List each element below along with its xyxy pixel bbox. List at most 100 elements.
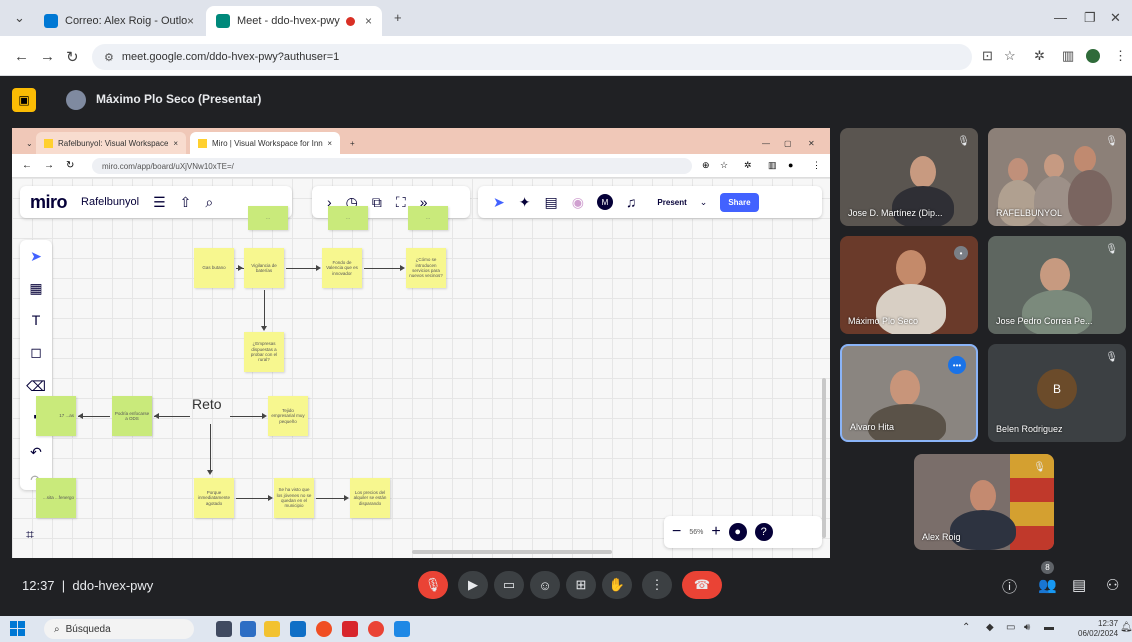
participant-name: Alvaro Hita: [850, 422, 895, 432]
forward-icon[interactable]: →: [40, 48, 55, 65]
minimize-icon[interactable]: —: [1054, 10, 1067, 25]
celebrate-icon: ✦: [518, 193, 531, 210]
present-now-button[interactable]: ⊞: [566, 571, 596, 599]
site-info-icon[interactable]: ⚙: [104, 51, 114, 64]
taskbar-clock[interactable]: 12:37 06/02/2024: [1078, 619, 1118, 638]
teams-icon[interactable]: [240, 621, 256, 637]
speaking-indicator-icon: •••: [948, 356, 966, 374]
tray-chevron-up-icon[interactable]: ⌃: [962, 622, 970, 633]
file-explorer-icon[interactable]: [264, 621, 280, 637]
sticky-note: 17 ...as: [36, 396, 76, 436]
new-tab-button[interactable]: +: [394, 10, 402, 25]
battery-icon[interactable]: ▬: [1044, 622, 1054, 633]
connector-line: [230, 416, 264, 417]
chat-icon[interactable]: ▤: [1072, 576, 1086, 594]
participant-tile[interactable]: 🎙︎ RAFELBUNYOL: [988, 128, 1126, 226]
side-panel-icon[interactable]: ▥: [1062, 48, 1074, 64]
focus-icon: ⛶: [395, 193, 406, 210]
sticky-note: Tejido empresarial muy pequeño: [268, 396, 308, 436]
start-button[interactable]: [10, 621, 26, 637]
profile-avatar-icon[interactable]: [1086, 49, 1100, 63]
clock-time: 12:37: [1098, 619, 1119, 628]
activities-icon[interactable]: ⚇: [1106, 576, 1119, 594]
participant-avatar: B: [1037, 369, 1077, 409]
task-view-icon[interactable]: [216, 621, 232, 637]
restore-icon[interactable]: ❐: [1084, 10, 1096, 26]
shared-restore-icon: ▢: [784, 138, 792, 148]
windows-logo-icon: [10, 621, 17, 628]
address-bar[interactable]: ⚙ meet.google.com/ddo-hvex-pwy?authuser=…: [92, 44, 972, 70]
more-options-button[interactable]: ⋮: [642, 571, 672, 599]
app-icon[interactable]: [368, 621, 384, 637]
search-icon: ⌕: [54, 623, 60, 635]
captions-button[interactable]: ▭: [494, 571, 524, 599]
text-tool-icon: T: [31, 312, 41, 328]
tab-meet[interactable]: Meet - ddo-hvex-pwy ×: [206, 6, 382, 36]
mic-off-icon: 🎙︎: [1105, 136, 1118, 147]
participant-tile[interactable]: B 🎙︎ Belen Rodriguez: [988, 344, 1126, 442]
install-app-icon[interactable]: ⊡: [982, 48, 993, 64]
meeting-details-icon[interactable]: ⓘ: [1002, 576, 1017, 597]
leave-call-button[interactable]: ☎: [682, 571, 722, 599]
windows-logo-icon: [18, 621, 25, 628]
shared-tab-miro: Miro | Visual Workspace for Inn ×: [190, 132, 340, 154]
people-icon[interactable]: 👥: [1038, 576, 1057, 594]
bell-icon: ♫: [625, 194, 637, 210]
tray-app-icon[interactable]: ◆: [986, 622, 994, 633]
back-icon[interactable]: ←: [14, 48, 29, 65]
miro-logo: miro: [30, 191, 68, 212]
volume-icon[interactable]: 🔊︎: [1024, 622, 1030, 633]
menu-icon: ☰: [153, 193, 166, 210]
reactions-button[interactable]: ☺: [530, 571, 560, 599]
chrome-icon[interactable]: [316, 621, 332, 637]
notifications-icon[interactable]: 🔔︎: [1120, 622, 1132, 633]
meet-favicon-icon: [216, 14, 230, 28]
windows-taskbar: ⌕ Búsqueda ⌃ ◆ ▭ 🔊︎ ▬ 12:37 06/02/2024 🔔…: [0, 616, 1132, 642]
zoom-value: 56%: [689, 528, 704, 536]
participant-video: [1008, 158, 1028, 182]
frame-icon: ⧉: [371, 193, 382, 210]
taskbar-search[interactable]: ⌕ Búsqueda: [44, 619, 194, 639]
arrow-head: [262, 413, 267, 419]
bookmark-star-icon[interactable]: ☆: [1004, 48, 1016, 64]
tab-outlook[interactable]: Correo: Alex Roig - Outlook ×: [34, 6, 204, 36]
participant-tile[interactable]: 🎙︎ Jose D. Martínez (Dip...: [840, 128, 978, 226]
close-window-icon[interactable]: ✕: [1110, 10, 1121, 26]
shared-new-tab-icon: +: [350, 138, 355, 148]
shared-tab-label: Miro | Visual Workspace for Inn: [212, 138, 323, 148]
connector-line: [364, 268, 402, 269]
sticky-note: Los precios del alquiler se están dispar…: [350, 478, 390, 518]
close-tab-icon[interactable]: ×: [365, 14, 372, 28]
participant-tile[interactable]: 🎙︎ Jose Pedro Correa Pe...: [988, 236, 1126, 334]
mic-toggle-button[interactable]: 🎙︎: [418, 571, 448, 599]
raise-hand-button[interactable]: ✋: [602, 571, 632, 599]
meet-control-bar: 12:37 | ddo-hvex-pwy 🎙︎ ▶ ▭ ☺ ⊞ ✋ ⋮ ☎ ⓘ …: [0, 560, 1132, 608]
shared-url: miro.com/app/board/uXjVNw10xTE=/: [102, 161, 234, 171]
mic-off-icon: 🎙︎: [424, 577, 442, 592]
camera-toggle-button[interactable]: ▶: [458, 571, 488, 599]
reload-icon[interactable]: ↻: [66, 48, 79, 66]
tab-search-icon[interactable]: ⌄: [14, 10, 25, 26]
participant-video: [1022, 290, 1092, 334]
close-tab-icon: ×: [327, 138, 332, 148]
sticky-note: Porque inmediatamente agotado: [194, 478, 234, 518]
chrome-menu-icon[interactable]: ⋮: [1114, 48, 1127, 64]
presenting-icon[interactable]: ▣: [12, 88, 36, 112]
menu-icon: ⋮: [812, 160, 821, 170]
participant-video: [910, 156, 936, 188]
close-tab-icon[interactable]: ×: [187, 14, 194, 28]
audio-level-icon: •: [954, 246, 968, 260]
participant-tile-active-speaker[interactable]: ••• Alvaro Hita: [840, 344, 978, 442]
extensions-icon[interactable]: ✲: [1034, 48, 1045, 64]
network-icon[interactable]: ▭: [1006, 622, 1015, 633]
app-icon[interactable]: [394, 621, 410, 637]
participant-tile[interactable]: • Máximo Plo Seco: [840, 236, 978, 334]
sticky-note: Se ha visto que los jóvenes no se quedan…: [274, 478, 314, 518]
participant-video: [1068, 170, 1112, 226]
sticky-note-icon: ◻: [30, 344, 42, 360]
clock-date: 06/02/2024: [1078, 628, 1119, 638]
participant-tile-self[interactable]: 🎙︎ Alex Roig: [914, 454, 1054, 550]
shared-screen: ⌄ Rafelbunyol: Visual Workspace × Miro |…: [12, 128, 830, 558]
app-icon[interactable]: [342, 621, 358, 637]
outlook-icon[interactable]: [290, 621, 306, 637]
